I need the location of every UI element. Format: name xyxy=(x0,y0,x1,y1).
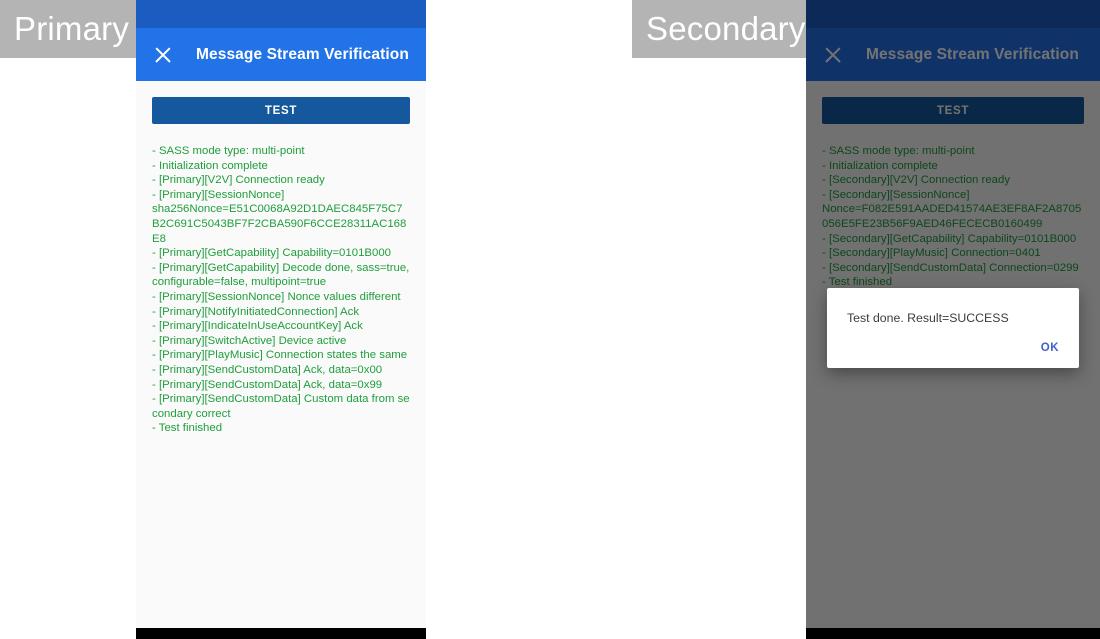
secondary-status-bar xyxy=(806,0,1100,28)
caption-secondary: Secondary xyxy=(632,0,806,58)
secondary-log-output: - SASS mode type: multi-point - Initiali… xyxy=(822,145,1082,289)
primary-log-output: - SASS mode type: multi-point - Initiali… xyxy=(152,145,410,435)
result-dialog-actions: OK xyxy=(827,338,1079,368)
secondary-app-bar-title: Message Stream Verification xyxy=(866,45,1079,63)
primary-test-button[interactable]: TEST xyxy=(152,97,410,124)
close-icon[interactable] xyxy=(822,44,844,66)
close-icon[interactable] xyxy=(152,44,174,66)
result-dialog-message: Test done. Result=SUCCESS xyxy=(847,311,1009,325)
secondary-app-bar: Message Stream Verification xyxy=(806,28,1100,81)
screenshot-stage: Message Stream Verification TEST - SASS … xyxy=(0,0,1100,639)
primary-app-bar-title: Message Stream Verification xyxy=(196,45,409,63)
primary-app-bar: Message Stream Verification xyxy=(136,28,426,81)
secondary-navigation-bar xyxy=(806,628,1100,639)
primary-status-bar xyxy=(136,0,426,28)
secondary-test-button[interactable]: TEST xyxy=(822,97,1084,124)
primary-content: TEST - SASS mode type: multi-point - Ini… xyxy=(136,81,426,628)
primary-device-panel: Message Stream Verification TEST - SASS … xyxy=(136,0,426,639)
result-dialog-ok-button[interactable]: OK xyxy=(1039,338,1061,358)
caption-primary: Primary xyxy=(0,0,136,58)
result-dialog: Test done. Result=SUCCESS OK xyxy=(827,288,1079,368)
primary-navigation-bar xyxy=(136,628,426,639)
